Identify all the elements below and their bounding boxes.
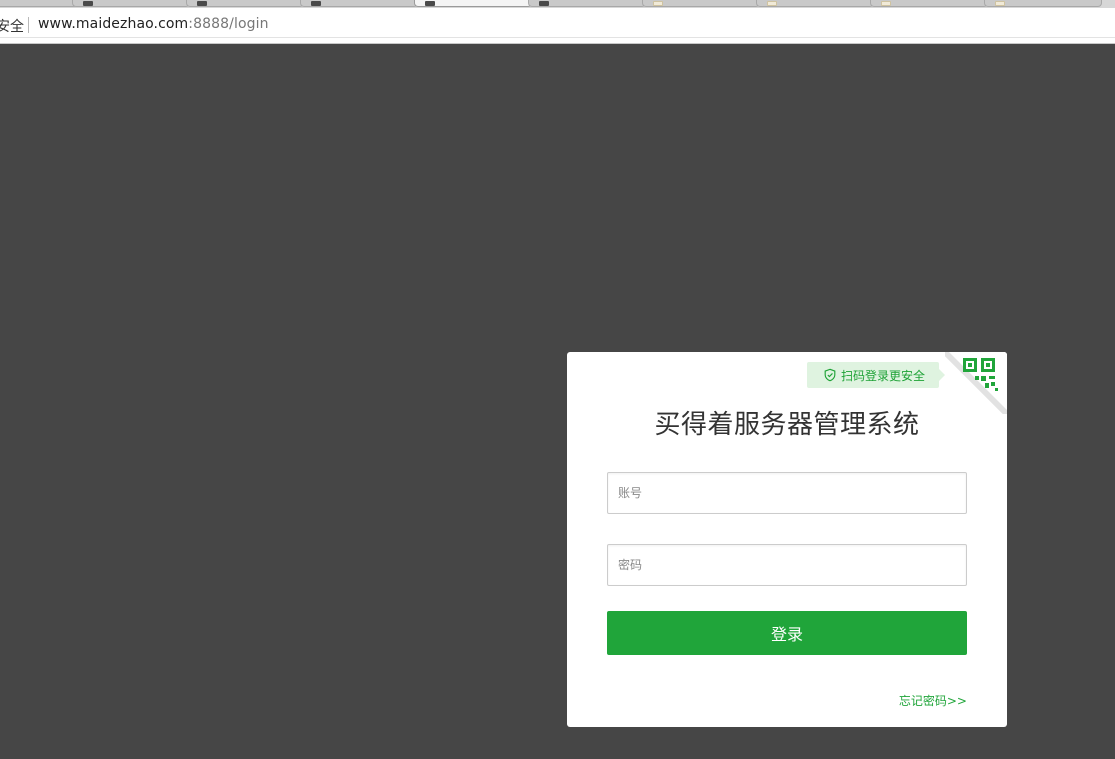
favicon-icon bbox=[653, 1, 663, 6]
login-card: 扫码登录更安全 买得着服务器管理系统 登录 忘记密码>> bbox=[567, 352, 1007, 727]
address-separator bbox=[28, 17, 29, 33]
page-title: 买得着服务器管理系统 bbox=[654, 410, 920, 440]
browser-tab[interactable] bbox=[72, 0, 190, 7]
favicon-icon bbox=[767, 1, 777, 6]
scan-tip-label: 扫码登录更安全 bbox=[841, 368, 926, 383]
browser-tab-active[interactable] bbox=[414, 0, 532, 7]
address-bar: 安全 www.maidezhao.com:8888/login bbox=[0, 8, 1115, 44]
browser-tab[interactable] bbox=[642, 0, 760, 7]
url-path: :8888/login bbox=[188, 16, 269, 32]
login-button[interactable]: 登录 bbox=[607, 611, 967, 655]
favicon-icon bbox=[311, 1, 321, 6]
favicon-icon bbox=[881, 1, 891, 6]
browser-tab[interactable] bbox=[984, 0, 1102, 7]
favicon-icon bbox=[197, 1, 207, 6]
browser-tab[interactable] bbox=[756, 0, 874, 7]
favicon-icon bbox=[539, 1, 549, 6]
favicon-icon bbox=[83, 1, 93, 6]
shield-check-icon bbox=[824, 368, 836, 382]
browser-tab[interactable] bbox=[528, 0, 646, 7]
browser-tab[interactable] bbox=[870, 0, 988, 7]
url-text[interactable]: www.maidezhao.com:8888/login bbox=[38, 16, 269, 32]
browser-tab[interactable] bbox=[0, 0, 78, 7]
browser-tab[interactable] bbox=[300, 0, 418, 7]
security-indicator[interactable]: 安全 bbox=[0, 16, 24, 36]
favicon-icon bbox=[995, 1, 1005, 6]
favicon-icon bbox=[425, 1, 435, 6]
scan-login-tip[interactable]: 扫码登录更安全 bbox=[807, 362, 945, 388]
tab-strip bbox=[0, 0, 1115, 8]
account-input[interactable] bbox=[607, 472, 967, 514]
forgot-password-link[interactable]: 忘记密码>> bbox=[899, 692, 967, 709]
url-host: www.maidezhao.com bbox=[38, 16, 189, 32]
omnibox[interactable]: 安全 www.maidezhao.com:8888/login bbox=[0, 11, 1115, 38]
browser-tab[interactable] bbox=[186, 0, 304, 7]
password-input[interactable] bbox=[607, 544, 967, 586]
